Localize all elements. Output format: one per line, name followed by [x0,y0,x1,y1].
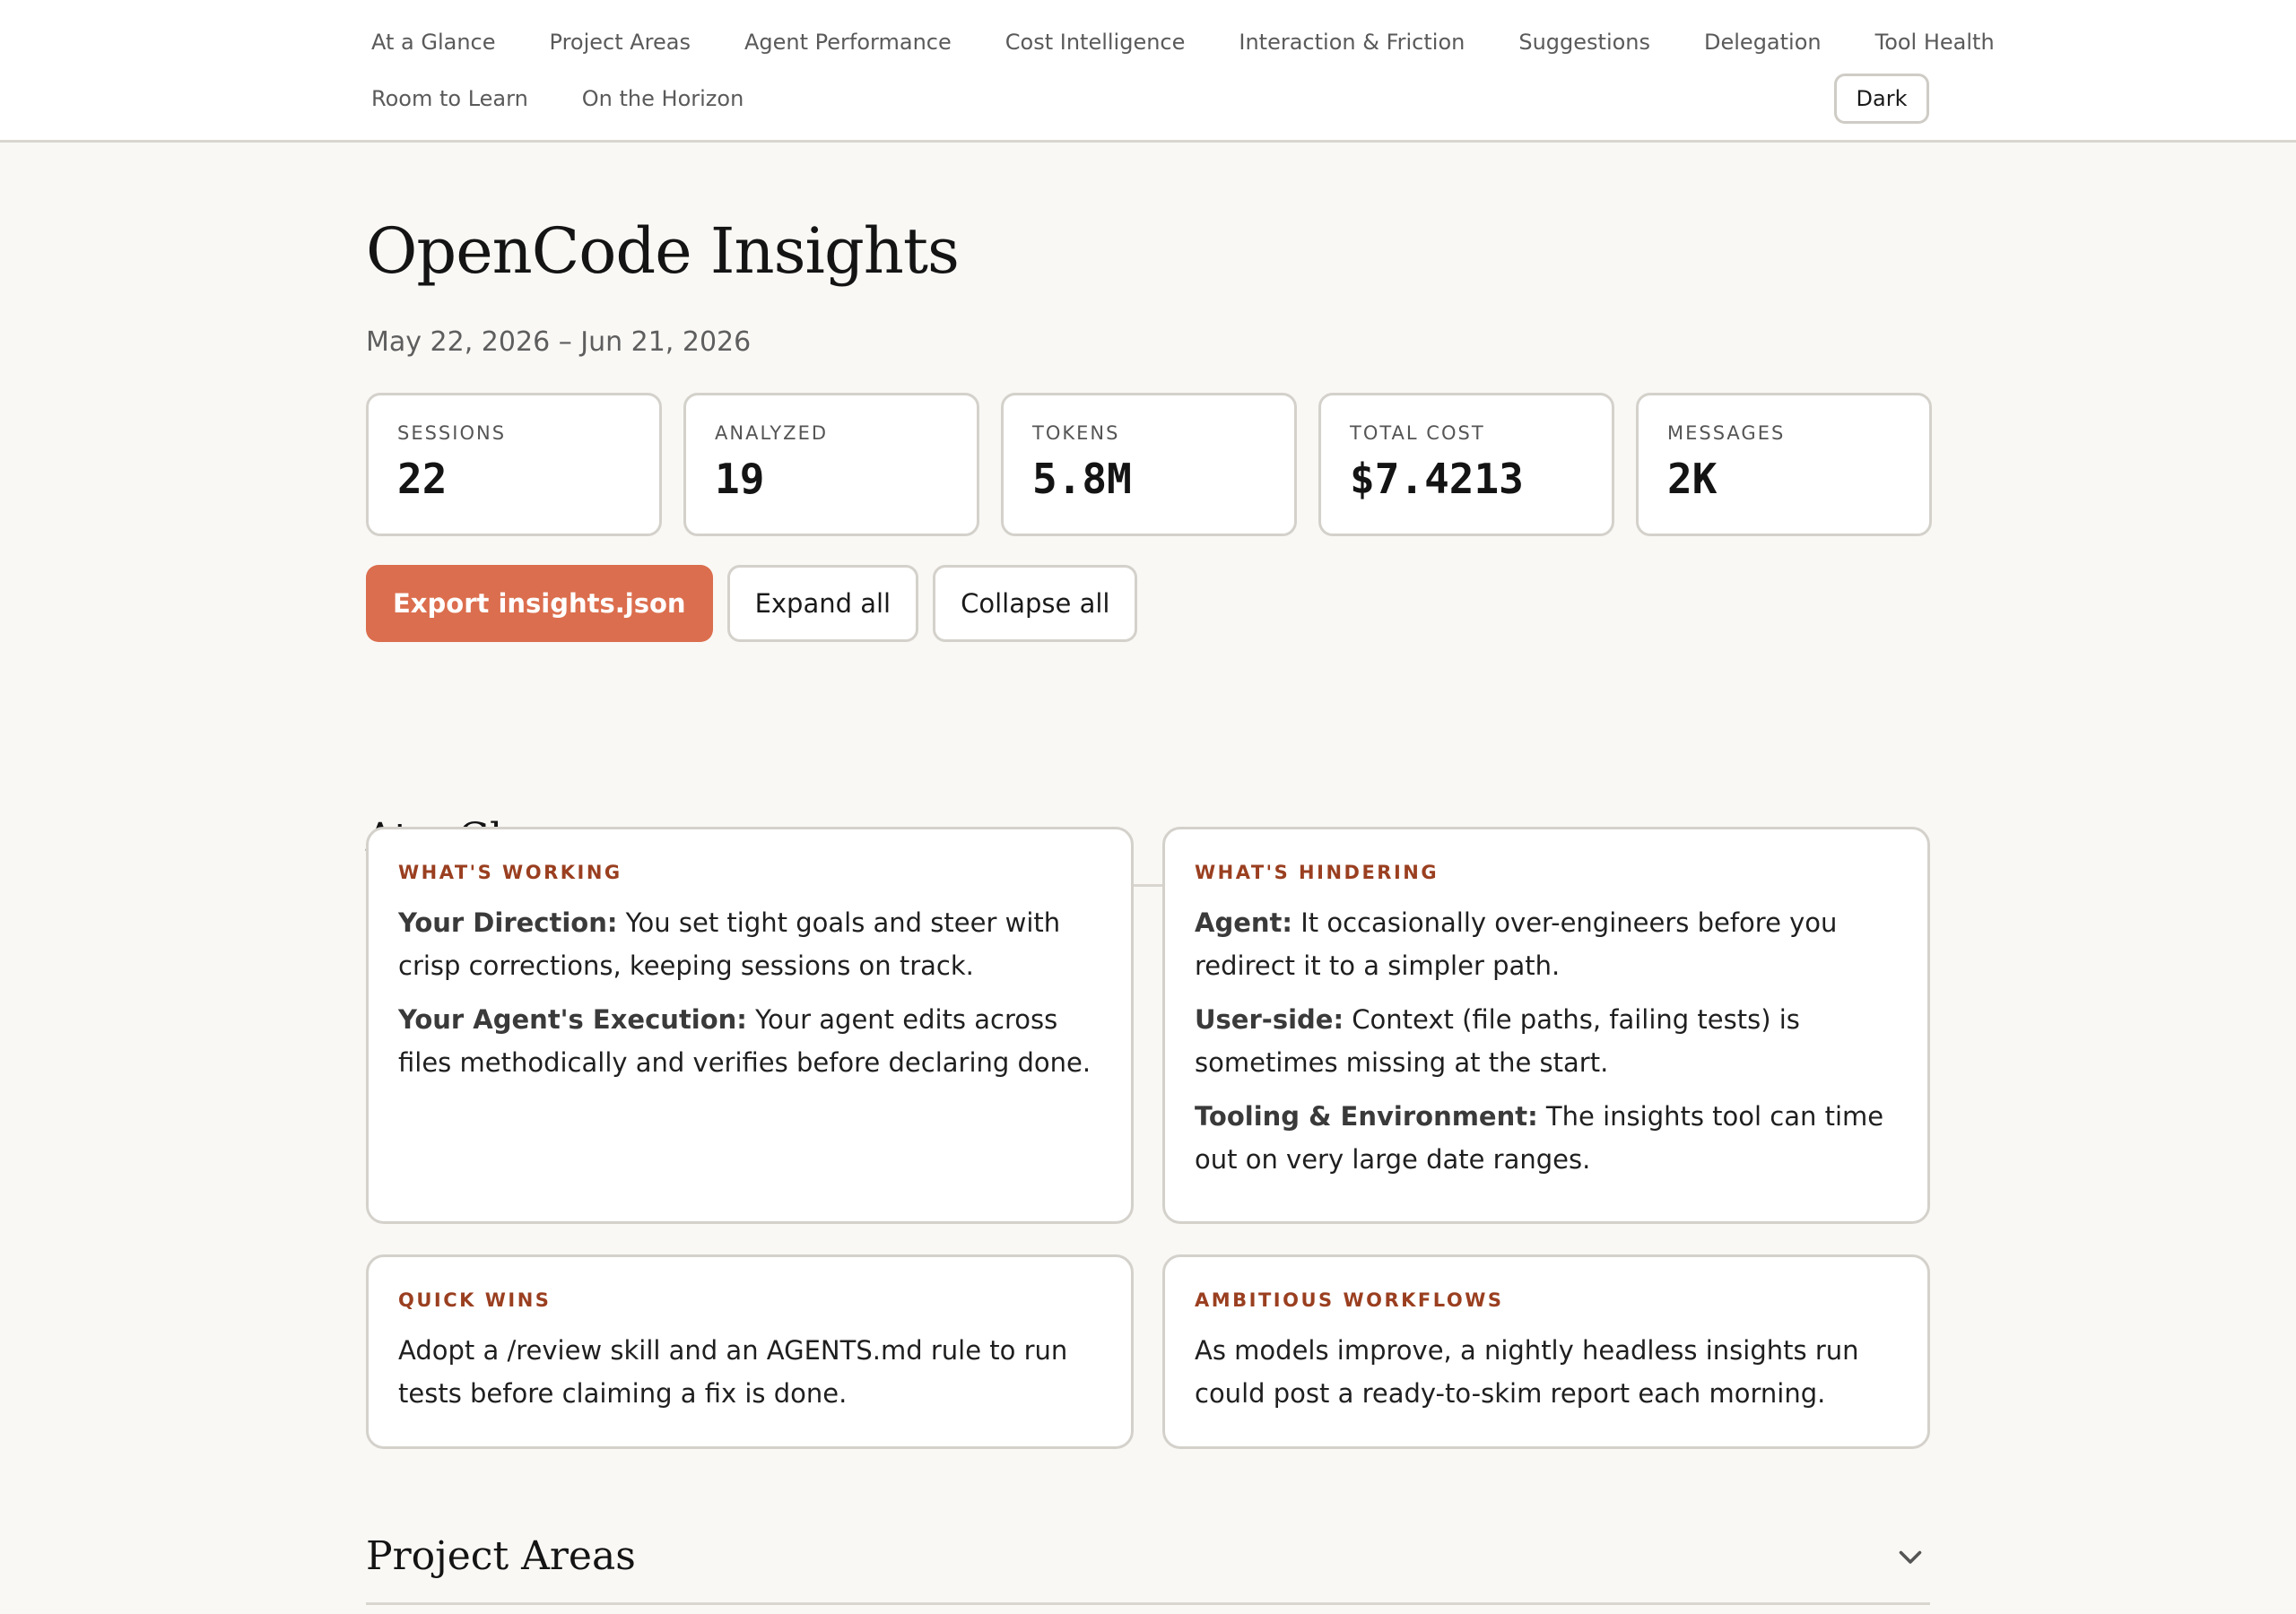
stat-label: SESSIONS [397,422,507,444]
nav-link-project-areas[interactable]: Project Areas [544,30,696,55]
card-item: Your Agent's Execution: Your agent edits… [398,998,1101,1084]
stat-label: TOKENS [1032,422,1120,444]
stat-value: 22 [397,455,448,503]
card-item: Your Direction: You set tight goals and … [398,901,1101,987]
card-label: QUICK WINS [398,1289,552,1311]
stat-label: TOTAL COST [1350,422,1485,444]
section-header-project-areas[interactable]: Project Areas [366,1506,1930,1605]
nav-link-interaction-friction[interactable]: Interaction & Friction [1233,30,1470,55]
nav-link-room-to-learn[interactable]: Room to Learn [366,86,534,111]
nav-link-delegation[interactable]: Delegation [1699,30,1827,55]
nav-row-secondary: Room to Learn On the Horizon [366,81,792,117]
card-whats-hindering: WHAT'S HINDERING Agent: It occasionally … [1162,827,1930,1224]
card-whats-working: WHAT'S WORKING Your Direction: You set t… [366,827,1134,1224]
item-lead: Your Direction: [398,907,618,938]
date-range: May 22, 2026 – Jun 21, 2026 [366,326,752,358]
card-item: User-side: Context (file paths, failing … [1195,998,1898,1084]
stat-card-messages: MESSAGES 2K [1636,393,1932,536]
nav-link-agent-performance[interactable]: Agent Performance [739,30,957,55]
stat-value: 2K [1667,455,1718,503]
card-item: Tooling & Environment: The insights tool… [1195,1095,1898,1181]
card-label: WHAT'S WORKING [398,862,622,883]
item-lead: User-side: [1195,1004,1344,1035]
stat-label: MESSAGES [1667,422,1786,444]
nav-link-on-the-horizon[interactable]: On the Horizon [577,86,750,111]
chevron-down-icon[interactable] [1894,1540,1926,1573]
stat-card-total-cost: TOTAL COST $7.4213 [1318,393,1614,536]
card-text: As models improve, a nightly headless in… [1195,1335,1859,1409]
nav-link-suggestions[interactable]: Suggestions [1513,30,1656,55]
card-ambitious-workflows: AMBITIOUS WORKFLOWS As models improve, a… [1162,1254,1930,1449]
stat-value: $7.4213 [1350,455,1524,503]
page-title: OpenCode Insights [366,214,960,288]
card-label: AMBITIOUS WORKFLOWS [1195,1289,1504,1311]
stat-value: 19 [715,455,765,503]
nav-link-tool-health[interactable]: Tool Health [1870,30,2000,55]
collapse-all-button[interactable]: Collapse all [933,565,1138,642]
stats-row: SESSIONS 22 ANALYZED 19 TOKENS 5.8M TOTA… [366,393,1932,536]
nav-link-cost-intelligence[interactable]: Cost Intelligence [1000,30,1191,55]
card-label: WHAT'S HINDERING [1195,862,1439,883]
nav-row-primary: At a Glance Project Areas Agent Performa… [366,24,2043,60]
card-quick-wins: QUICK WINS Adopt a /review skill and an … [366,1254,1134,1449]
section-title: Project Areas [366,1533,636,1579]
stat-value: 5.8M [1032,455,1132,503]
export-insights-button[interactable]: Export insights.json [366,565,713,642]
expand-all-button[interactable]: Expand all [726,565,919,642]
card-text: Adopt a /review skill and an AGENTS.md r… [398,1335,1068,1409]
item-lead: Tooling & Environment: [1195,1101,1538,1132]
card-item: Agent: It occasionally over-engineers be… [1195,901,1898,987]
item-lead: Agent: [1195,907,1292,938]
stat-card-analyzed: ANALYZED 19 [683,393,979,536]
item-lead: Your Agent's Execution: [398,1004,747,1035]
actions-toolbar: Export insights.json Expand all Collapse… [366,565,1138,642]
dark-mode-toggle-button[interactable]: Dark [1834,74,1929,124]
stat-label: ANALYZED [715,422,829,444]
stat-card-tokens: TOKENS 5.8M [1001,393,1297,536]
top-navigation: At a Glance Project Areas Agent Performa… [0,0,2296,143]
nav-link-at-a-glance[interactable]: At a Glance [366,30,501,55]
stat-card-sessions: SESSIONS 22 [366,393,662,536]
